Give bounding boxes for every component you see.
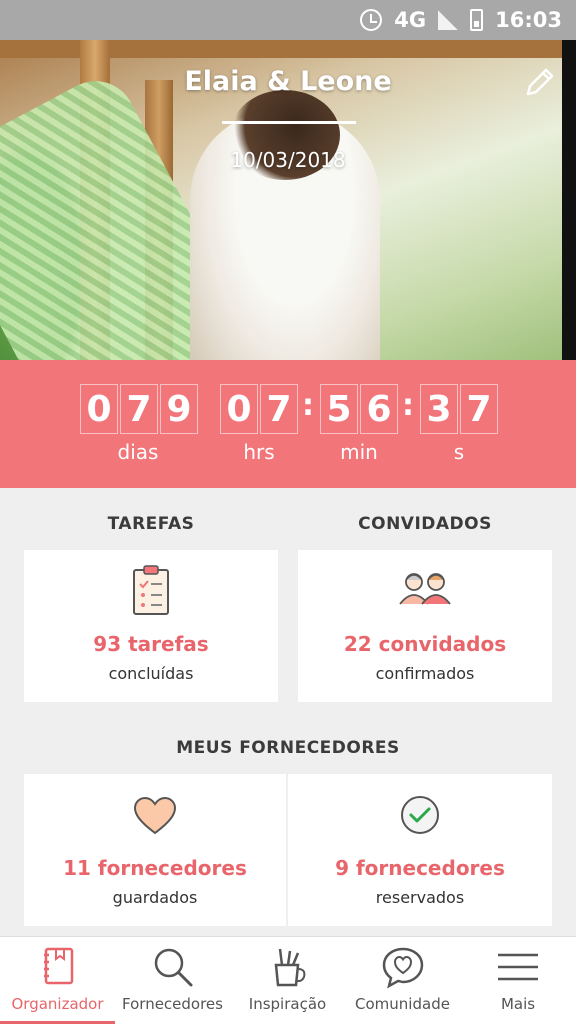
tasks-title: TAREFAS xyxy=(107,514,195,534)
search-icon xyxy=(154,948,192,987)
nav-inspiracao[interactable]: Inspiração xyxy=(230,937,345,1024)
saved-vendors-count: 11 fornecedores xyxy=(63,856,247,880)
couple-names: Elaia & Leone xyxy=(184,66,392,97)
colon-separator: : xyxy=(302,388,314,423)
battery-icon xyxy=(470,9,484,31)
booked-vendors-subtitle: reservados xyxy=(375,888,465,907)
days-label: dias xyxy=(117,440,159,464)
bottom-navigation: Organizador Fornecedores Inspiração Comu… xyxy=(0,936,576,1024)
booked-vendors-count: 9 fornecedores xyxy=(335,856,505,880)
nav-mais[interactable]: Mais xyxy=(460,937,576,1024)
nav-label: Comunidade xyxy=(355,995,450,1013)
tasks-subtitle: concluídas xyxy=(108,664,194,683)
saved-vendors-subtitle: guardados xyxy=(112,888,198,907)
checklist-icon xyxy=(133,565,169,615)
network-type: 4G xyxy=(394,8,427,32)
digit: 0 xyxy=(80,384,118,434)
minutes-digits: 5 6 xyxy=(320,384,400,434)
nav-label: Organizador xyxy=(11,995,104,1013)
signal-icon xyxy=(438,10,459,30)
guests-icon xyxy=(399,573,451,605)
alarm-icon xyxy=(360,9,383,31)
status-bar: 4G 16:03 xyxy=(0,0,576,40)
digit: 3 xyxy=(420,384,458,434)
seconds-digits: 3 7 xyxy=(420,384,500,434)
digit: 9 xyxy=(160,384,198,434)
nav-fornecedores[interactable]: Fornecedores xyxy=(115,937,230,1024)
booked-vendors-card[interactable]: 9 fornecedores reservados xyxy=(288,774,552,926)
guests-count: 22 convidados xyxy=(343,632,507,656)
digit: 0 xyxy=(220,384,258,434)
wedding-countdown: 0 7 9 0 7 : 5 6 : 3 7 dias hrs min s xyxy=(0,360,576,488)
menu-icon xyxy=(498,953,538,981)
nav-label: Inspiração xyxy=(248,995,327,1013)
nav-organizador[interactable]: Organizador xyxy=(0,937,115,1024)
brush-cup-icon xyxy=(274,948,305,987)
nav-label: Fornecedores xyxy=(122,995,223,1013)
names-underline xyxy=(222,121,356,124)
digit: 5 xyxy=(320,384,358,434)
wedding-date: 10/03/2018 xyxy=(230,148,346,172)
nav-label: Mais xyxy=(500,995,536,1013)
tasks-count: 93 tarefas xyxy=(93,632,209,656)
seconds-label: s xyxy=(453,440,465,464)
digit: 6 xyxy=(360,384,398,434)
colon-separator: : xyxy=(402,388,414,423)
clock: 16:03 xyxy=(495,8,562,32)
hours-label: hrs xyxy=(243,440,275,464)
minutes-label: min xyxy=(340,440,378,464)
digit: 7 xyxy=(260,384,298,434)
guests-subtitle: confirmados xyxy=(375,664,475,683)
couple-photo-header[interactable]: Elaia & Leone 10/03/2018 xyxy=(0,40,576,360)
saved-vendors-card[interactable]: 11 fornecedores guardados xyxy=(24,774,286,926)
nav-comunidade[interactable]: Comunidade xyxy=(345,937,460,1024)
edit-pencil-icon[interactable] xyxy=(522,64,558,100)
guests-title: CONVIDADOS xyxy=(358,514,492,534)
chat-heart-icon xyxy=(382,947,423,989)
digit: 7 xyxy=(460,384,498,434)
vendors-title: MEUS FORNECEDORES xyxy=(176,738,400,758)
hours-digits: 0 7 xyxy=(220,384,300,434)
days-digits: 0 7 9 xyxy=(80,384,200,434)
digit: 7 xyxy=(120,384,158,434)
notebook-icon xyxy=(43,947,73,985)
guests-card[interactable]: 22 convidados confirmados xyxy=(298,550,552,702)
check-circle-icon xyxy=(401,796,439,834)
heart-icon xyxy=(133,796,177,835)
tasks-card[interactable]: 93 tarefas concluídas xyxy=(24,550,278,702)
